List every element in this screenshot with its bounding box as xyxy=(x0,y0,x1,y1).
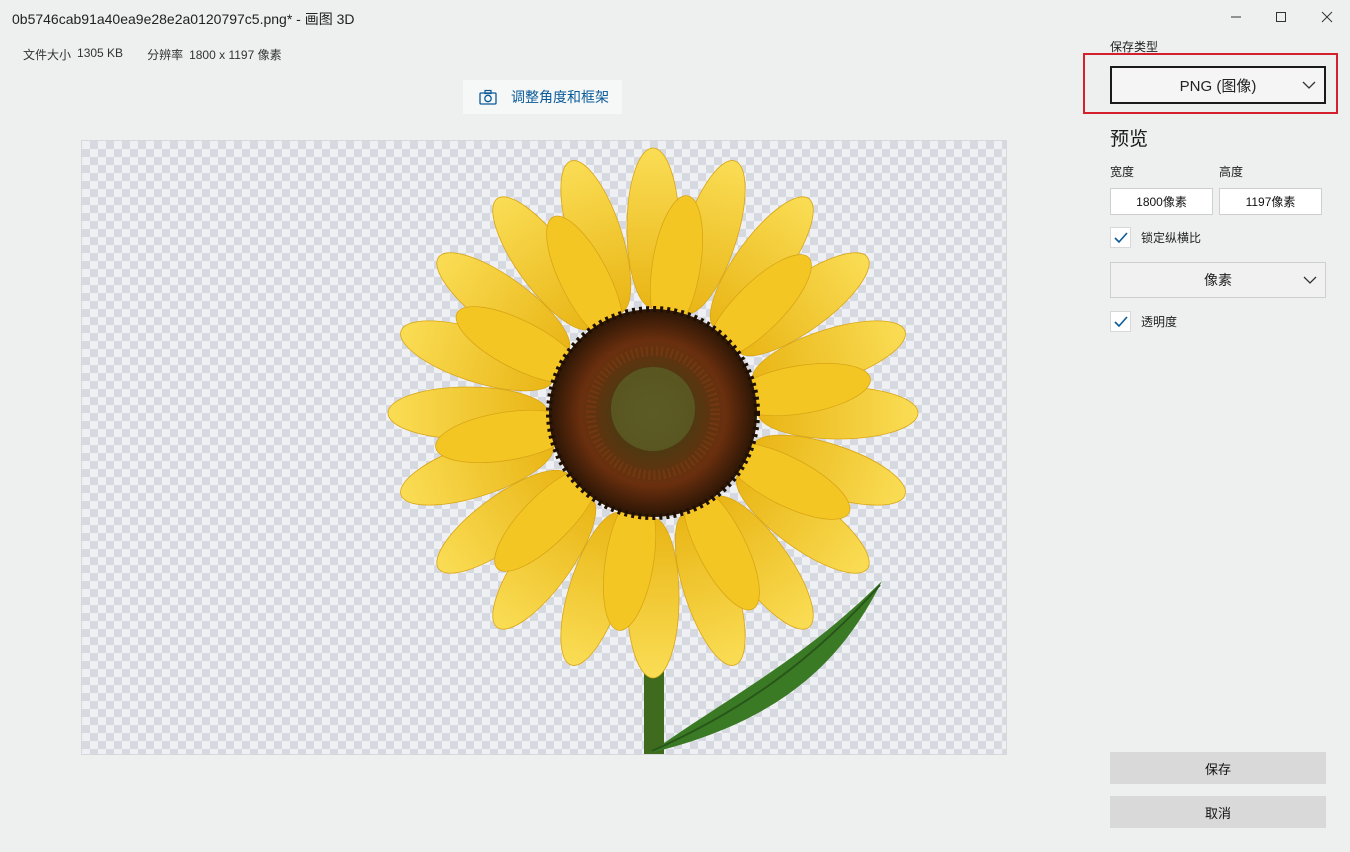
height-value: 1197像素 xyxy=(1245,195,1296,209)
transparency-label: 透明度 xyxy=(1141,315,1178,329)
adjust-label: 调整角度和框架 xyxy=(511,89,609,105)
save-type-dropdown[interactable]: PNG (图像) xyxy=(1110,66,1326,104)
preview-heading: 预览 xyxy=(1110,129,1149,150)
close-button[interactable] xyxy=(1304,0,1350,34)
cancel-button-label: 取消 xyxy=(1204,805,1231,821)
width-label: 宽度 xyxy=(1110,165,1135,179)
title-bar: 0b5746cab91a40ea9e28e2a0120797c5.png* - … xyxy=(0,0,1350,34)
sunflower-image xyxy=(387,147,919,754)
height-label: 高度 xyxy=(1219,165,1244,179)
height-input[interactable]: 1197像素 xyxy=(1219,188,1322,215)
adjust-angle-frame-button[interactable]: 调整角度和框架 xyxy=(463,80,622,114)
chevron-down-icon xyxy=(1303,276,1317,284)
transparency-checkbox[interactable]: 透明度 xyxy=(1110,311,1177,332)
transparency-box[interactable] xyxy=(1110,311,1131,332)
checkmark-icon xyxy=(1113,231,1128,243)
file-info: 文件大小 1305 KB 分辨率 1800 x 1197 像素 xyxy=(23,46,282,63)
resolution-value: 1800 x 1197 像素 xyxy=(189,48,282,62)
save-button[interactable]: 保存 xyxy=(1110,752,1326,784)
lock-aspect-ratio-label: 锁定纵横比 xyxy=(1141,231,1202,245)
window-title: 0b5746cab91a40ea9e28e2a0120797c5.png* - … xyxy=(12,11,355,27)
minimize-button[interactable] xyxy=(1213,0,1259,34)
camera-icon xyxy=(479,89,497,105)
chevron-down-icon xyxy=(1302,81,1316,89)
unit-dropdown[interactable]: 像素 xyxy=(1110,262,1326,298)
width-input[interactable]: 1800像素 xyxy=(1110,188,1213,215)
checkmark-icon xyxy=(1113,315,1128,327)
unit-value: 像素 xyxy=(1204,272,1232,288)
image-preview-canvas xyxy=(81,140,1007,755)
maximize-icon xyxy=(1276,12,1286,22)
file-size-label: 文件大小 xyxy=(23,48,72,62)
save-type-value: PNG (图像) xyxy=(1179,77,1257,95)
width-value: 1800像素 xyxy=(1136,195,1187,209)
resolution-label: 分辨率 xyxy=(147,48,184,62)
lock-aspect-ratio-checkbox[interactable]: 锁定纵横比 xyxy=(1110,227,1201,248)
save-button-label: 保存 xyxy=(1204,761,1231,777)
maximize-button[interactable] xyxy=(1258,0,1304,34)
cancel-button[interactable]: 取消 xyxy=(1110,796,1326,828)
file-size-value: 1305 KB xyxy=(77,46,124,60)
lock-aspect-ratio-box[interactable] xyxy=(1110,227,1131,248)
close-icon xyxy=(1321,11,1333,23)
minimize-icon xyxy=(1231,16,1241,18)
